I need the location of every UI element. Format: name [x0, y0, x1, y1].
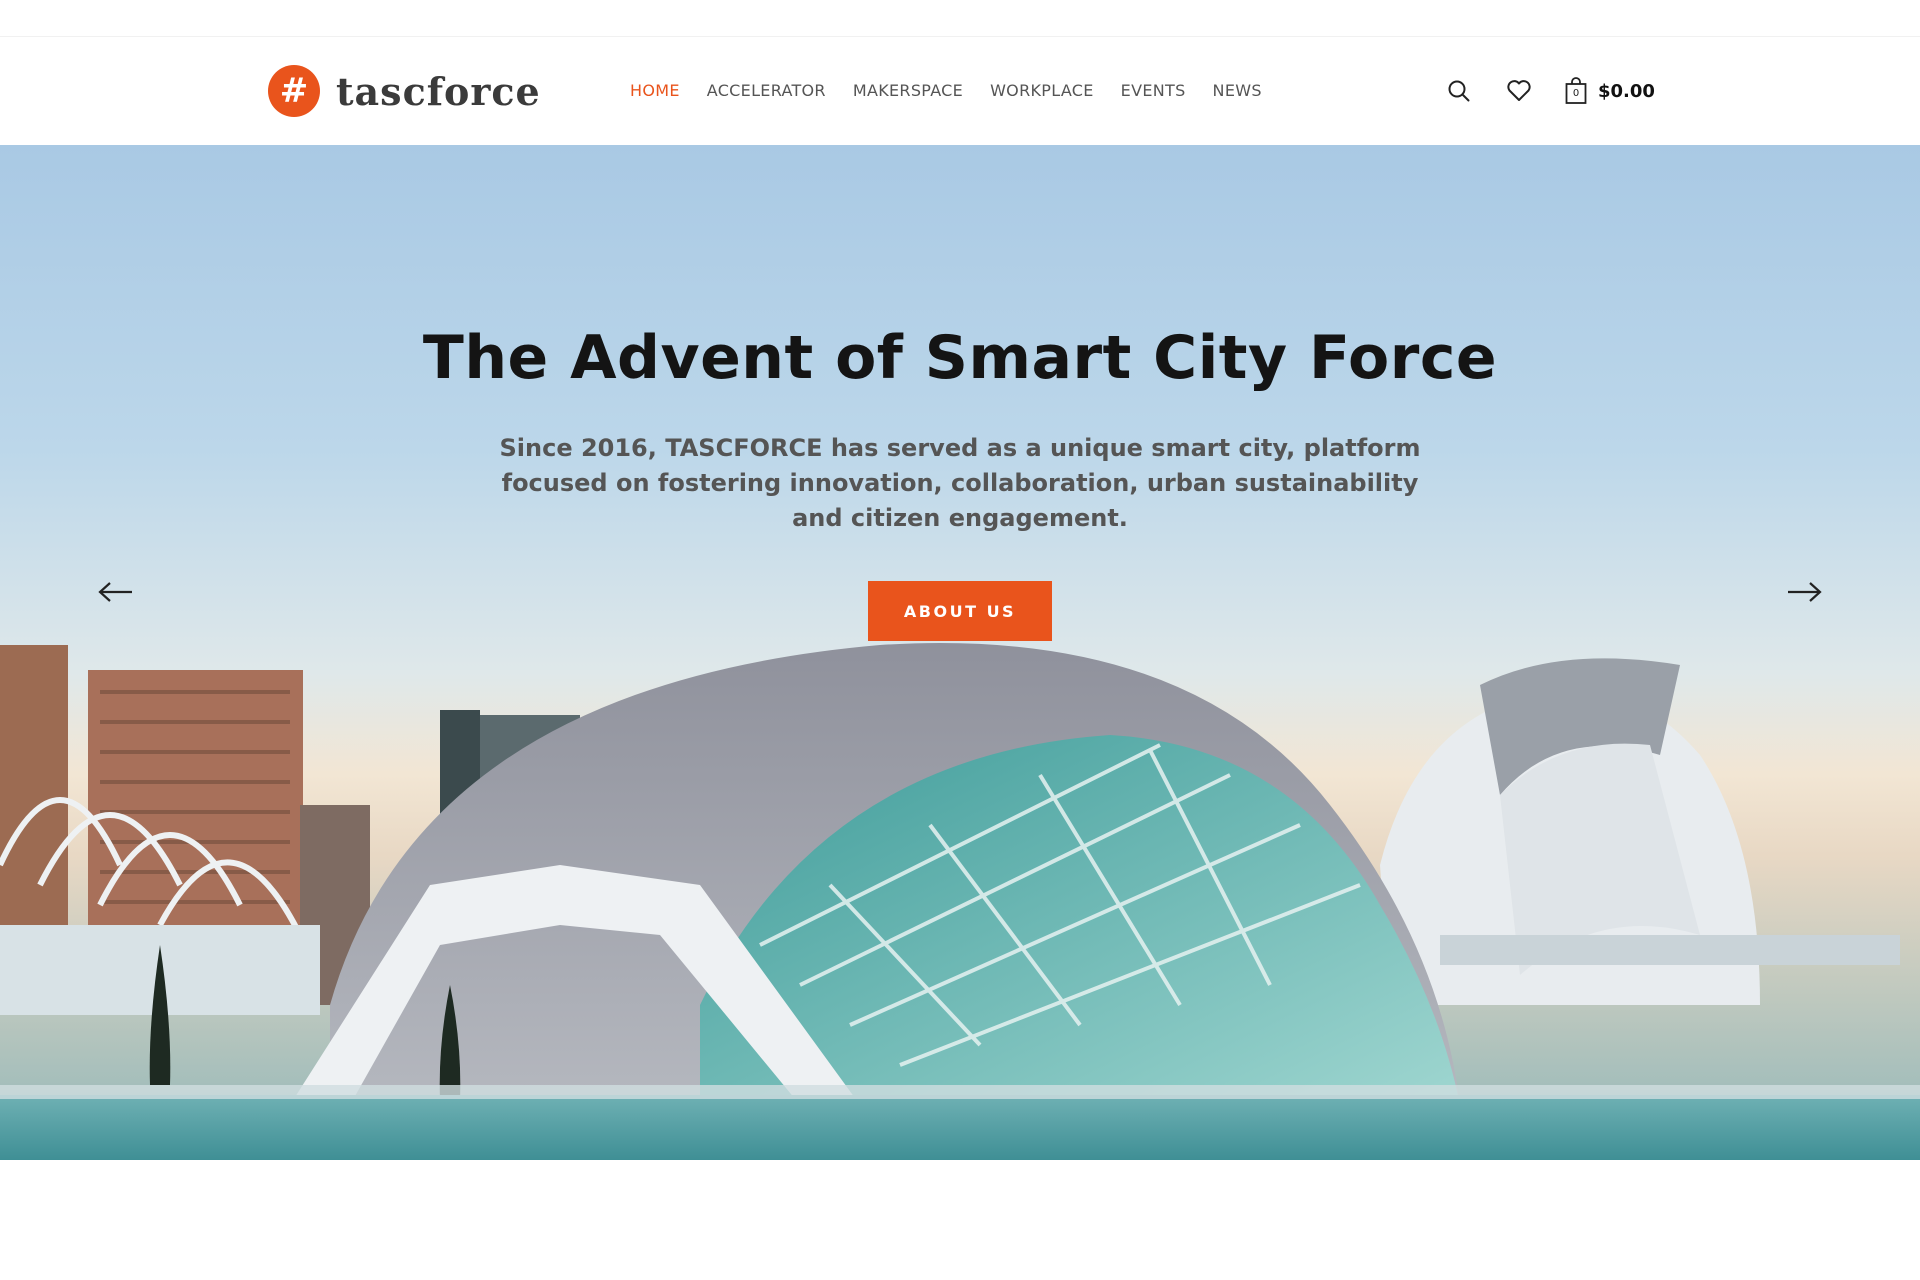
header-tools: 0 $0.00 — [1444, 73, 1655, 109]
nav-item-workplace[interactable]: WORKPLACE — [990, 73, 1094, 109]
logo-text: tascforce — [336, 68, 541, 114]
nav-item-accelerator[interactable]: ACCELERATOR — [707, 73, 826, 109]
cart-count: 0 — [1572, 88, 1580, 99]
nav-item-events[interactable]: EVENTS — [1121, 73, 1186, 109]
main-nav: HOME ACCELERATOR MAKERSPACE WORKPLACE EV… — [630, 73, 1262, 109]
about-us-button[interactable]: ABOUT US — [868, 581, 1052, 641]
hero-title: The Advent of Smart City Force — [422, 323, 1498, 393]
hero-slider: The Advent of Smart City Force Since 201… — [0, 145, 1920, 1160]
nav-item-news[interactable]: NEWS — [1213, 73, 1262, 109]
cart-button[interactable]: 0 $0.00 — [1564, 76, 1655, 106]
shopping-bag-icon: 0 — [1564, 76, 1588, 106]
heart-icon[interactable] — [1504, 73, 1534, 109]
logo[interactable]: # tascforce — [268, 64, 541, 118]
hero-subtitle: Since 2016, TASCFORCE has served as a un… — [499, 434, 1421, 532]
arrow-left-icon[interactable] — [91, 577, 141, 607]
hero-background-image — [0, 643, 1920, 1160]
nav-item-makerspace[interactable]: MAKERSPACE — [853, 73, 963, 109]
site-header: # tascforce HOME ACCELERATOR MAKERSPACE … — [0, 37, 1920, 145]
arrow-right-icon[interactable] — [1779, 577, 1829, 607]
top-strip — [0, 0, 1920, 37]
search-icon[interactable] — [1444, 73, 1474, 109]
cart-total: $0.00 — [1598, 80, 1655, 102]
nav-item-home[interactable]: HOME — [630, 73, 680, 109]
logo-mark: # — [268, 65, 320, 117]
